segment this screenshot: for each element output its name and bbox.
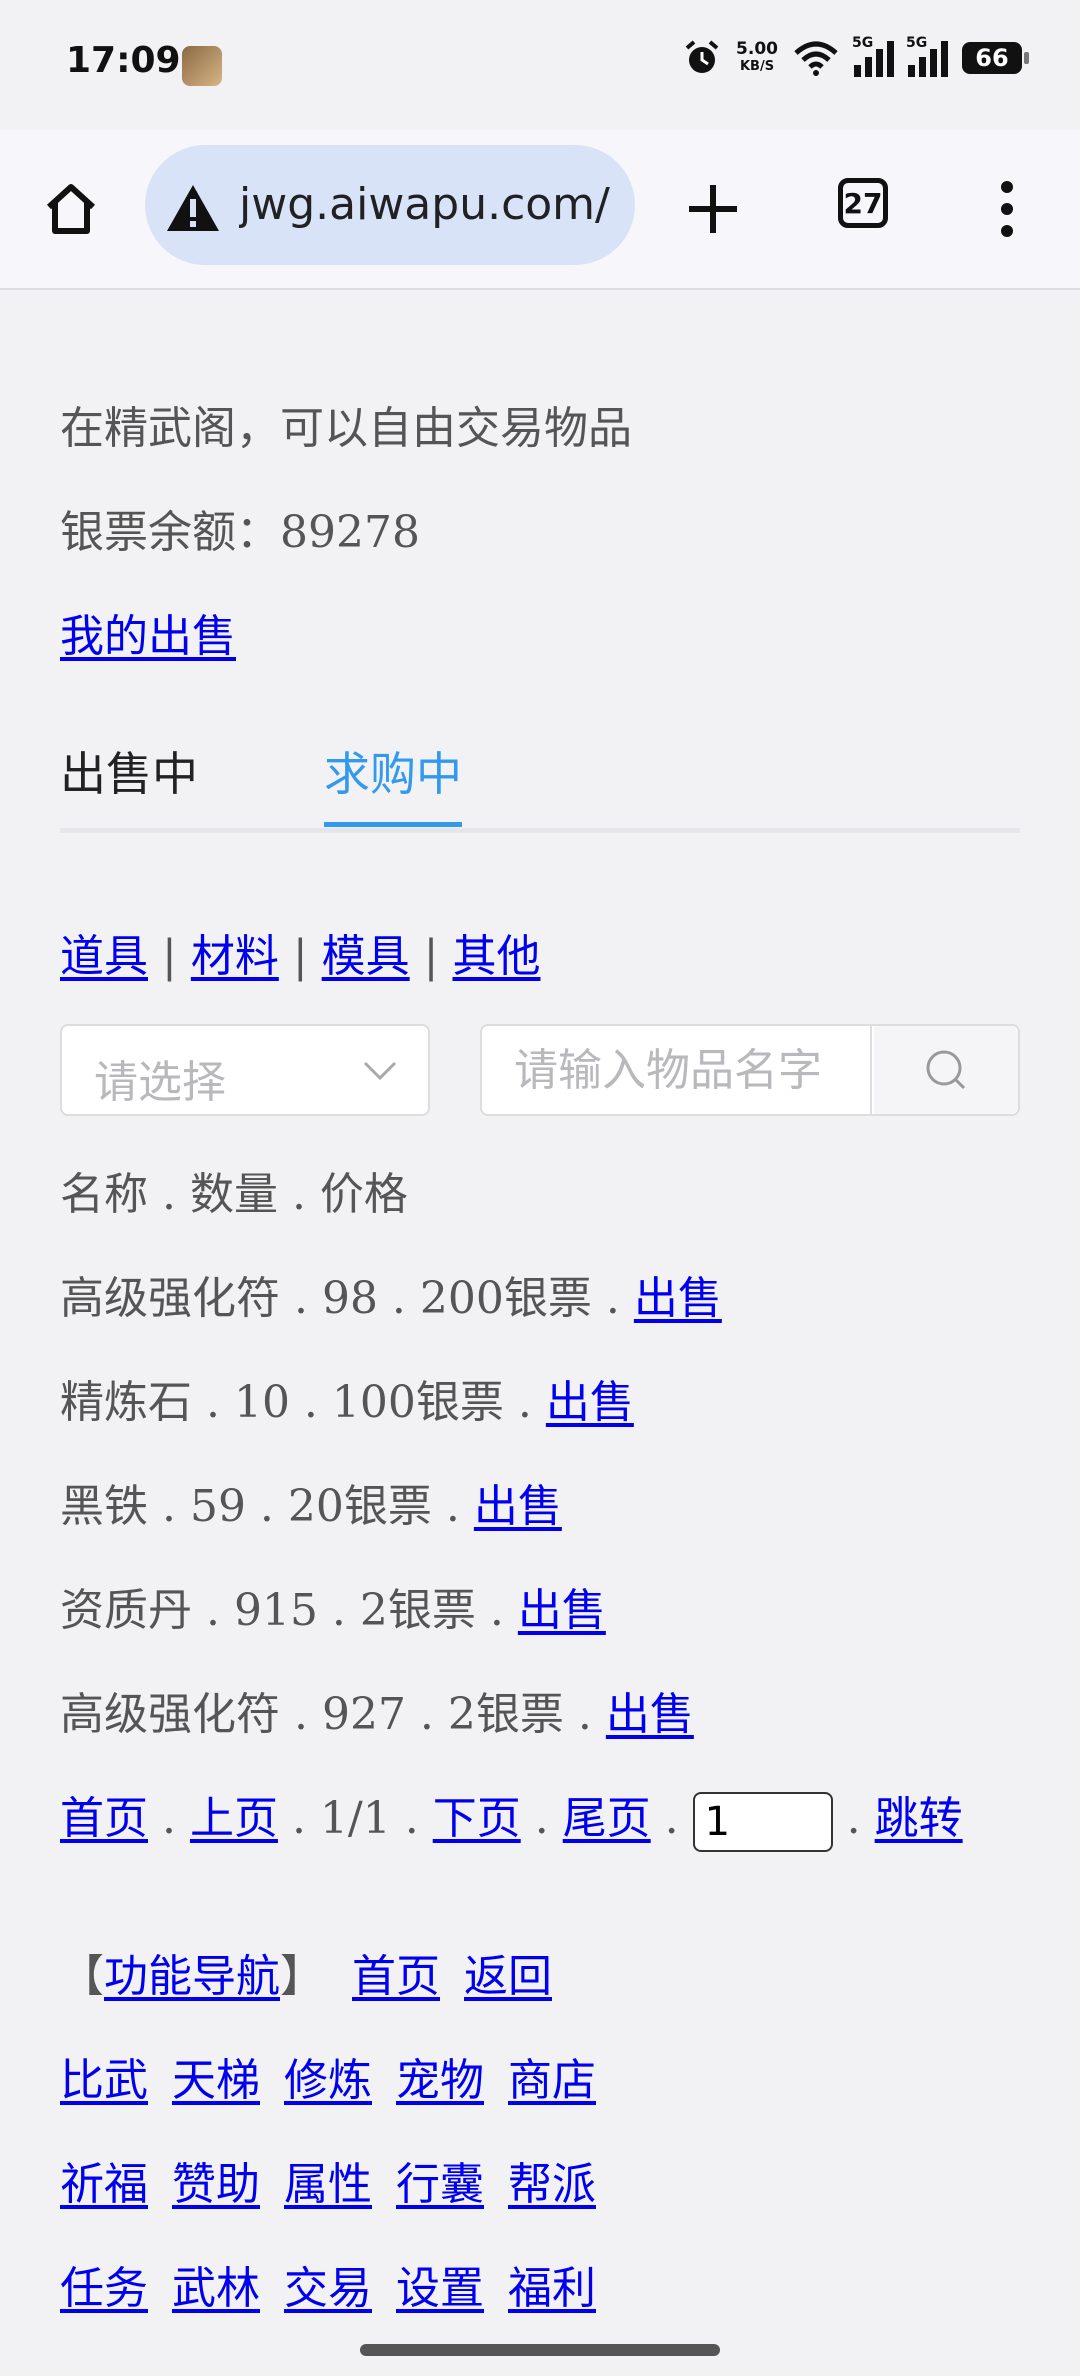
last-page-link[interactable]: 尾页: [563, 1793, 651, 1844]
search-input[interactable]: [482, 1026, 872, 1114]
jump-button[interactable]: 跳转: [875, 1793, 963, 1844]
nav-row-3: 任务 武林 交易 设置 福利: [60, 2252, 620, 2316]
tab-buying[interactable]: 求购中: [324, 738, 462, 827]
balance-label: 银票余额：: [60, 507, 280, 558]
signal-icon-2: 5G: [906, 35, 948, 77]
more-menu-icon[interactable]: [972, 174, 1042, 244]
nav-link[interactable]: 祈福: [60, 2159, 148, 2210]
pagination: 首页 . 上页 . 1/1 . 下页 . 尾页 . 1 . 跳转: [60, 1782, 963, 1852]
nav-link[interactable]: 比武: [60, 2055, 148, 2106]
sell-button[interactable]: 出售: [546, 1377, 634, 1428]
nav-link[interactable]: 赞助: [172, 2159, 260, 2210]
first-page-link[interactable]: 首页: [60, 1793, 148, 1844]
balance-value: 89278: [280, 507, 420, 558]
nav-link[interactable]: 武林: [172, 2263, 260, 2314]
nav-link[interactable]: 商店: [508, 2055, 596, 2106]
nav-link[interactable]: 属性: [284, 2159, 372, 2210]
nav-link[interactable]: 行囊: [396, 2159, 484, 2210]
nav-link[interactable]: 交易: [284, 2263, 372, 2314]
new-tab-icon[interactable]: [678, 174, 748, 244]
status-icons: 5.00 KB/S 5G 5G 66: [682, 35, 1029, 78]
nav-row-2: 祈福 赞助 属性 行囊 帮派: [60, 2148, 620, 2212]
chevron-down-icon: [363, 1061, 397, 1081]
select-placeholder: 请选择: [94, 1057, 226, 1108]
list-item: 高级强化符 . 927 . 2银票 . 出售: [60, 1689, 694, 1740]
nav-link[interactable]: 任务: [60, 2263, 148, 2314]
next-page-link[interactable]: 下页: [433, 1793, 521, 1844]
intro-text: 在精武阁，可以自由交易物品: [60, 403, 632, 454]
sell-button[interactable]: 出售: [634, 1273, 722, 1324]
status-bar: 17:09 5.00 KB/S 5G 5G 66: [0, 0, 1080, 130]
nav-link[interactable]: 天梯: [172, 2055, 260, 2106]
search-button[interactable]: [874, 1026, 1018, 1114]
nav-link[interactable]: 修炼: [284, 2055, 372, 2106]
nav-link[interactable]: 设置: [396, 2263, 484, 2314]
network-speed: 5.00 KB/S: [736, 39, 778, 75]
category-links: 道具 | 材料 | 模具 | 其他: [60, 931, 541, 982]
tab-selling[interactable]: 出售中: [60, 738, 198, 804]
function-nav-header: 【功能导航】 首页 返回: [60, 1951, 552, 2002]
page-number-input[interactable]: 1: [692, 1791, 833, 1852]
warning-icon[interactable]: [165, 183, 221, 233]
nav-link[interactable]: 帮派: [508, 2159, 596, 2210]
category-molds[interactable]: 模具: [322, 931, 410, 982]
sell-button[interactable]: 出售: [518, 1585, 606, 1636]
url-text[interactable]: jwg.aiwapu.com/: [239, 179, 619, 230]
list-item: 黑铁 . 59 . 20银票 . 出售: [60, 1481, 562, 1532]
search-icon: [926, 1050, 966, 1090]
page-info: 1/1: [319, 1793, 391, 1844]
category-materials[interactable]: 材料: [191, 931, 279, 982]
status-time: 17:09: [66, 40, 181, 81]
alarm-icon: [685, 40, 719, 73]
list-item: 资质丹 . 915 . 2银票 . 出售: [60, 1585, 606, 1636]
tab-switcher-button[interactable]: 27: [838, 178, 888, 228]
gesture-home-bar[interactable]: [360, 2344, 720, 2356]
nav-link[interactable]: 福利: [508, 2263, 596, 2314]
category-select[interactable]: 请选择: [60, 1024, 430, 1116]
sell-button[interactable]: 出售: [606, 1689, 694, 1740]
nav-back-link[interactable]: 返回: [464, 1951, 552, 2002]
browser-toolbar: jwg.aiwapu.com/ 27: [0, 130, 1080, 290]
list-header: 名称 . 数量 . 价格: [60, 1169, 408, 1220]
balance-line: 银票余额：89278: [60, 496, 420, 560]
my-sales-link[interactable]: 我的出售: [60, 611, 236, 662]
prev-page-link[interactable]: 上页: [190, 1793, 278, 1844]
nav-link[interactable]: 宠物: [396, 2055, 484, 2106]
nav-home-link[interactable]: 首页: [352, 1951, 440, 2002]
url-bar[interactable]: jwg.aiwapu.com/: [145, 145, 635, 265]
signal-icon-1: 5G: [852, 35, 894, 77]
item-search: [480, 1024, 1020, 1116]
home-icon[interactable]: [36, 174, 106, 244]
list-item: 精炼石 . 10 . 100银票 . 出售: [60, 1377, 634, 1428]
battery-icon: 66: [962, 42, 1029, 74]
trade-tabs: 出售中 求购中: [60, 738, 1020, 833]
sell-button[interactable]: 出售: [474, 1481, 562, 1532]
category-other[interactable]: 其他: [452, 931, 540, 982]
function-nav-link[interactable]: 功能导航: [104, 1951, 280, 2002]
list-item: 高级强化符 . 98 . 200银票 . 出售: [60, 1273, 722, 1324]
nav-row-1: 比武 天梯 修炼 宠物 商店: [60, 2044, 620, 2108]
app-notification-icon: [182, 46, 222, 86]
wifi-icon: [794, 41, 838, 76]
category-props[interactable]: 道具: [60, 931, 148, 982]
